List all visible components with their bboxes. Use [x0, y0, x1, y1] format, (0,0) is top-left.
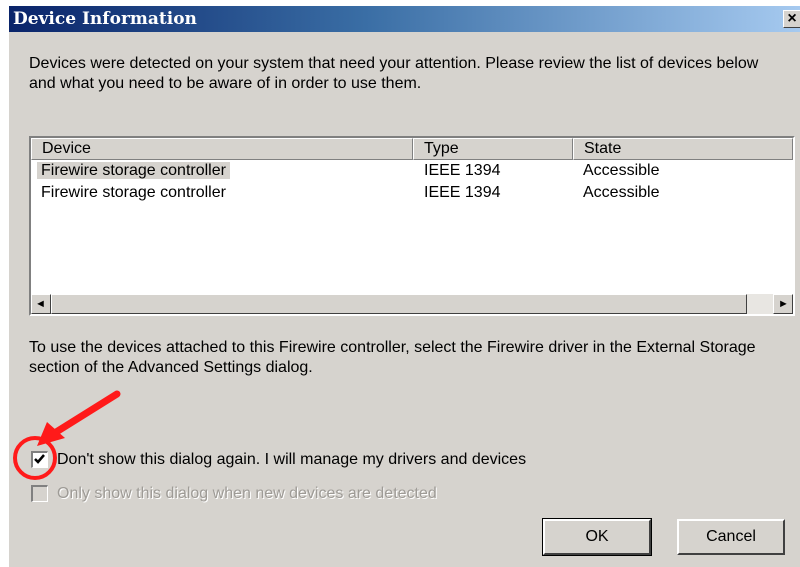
state-cell: Accessible [583, 162, 660, 179]
device-cell: Firewire storage controller [37, 162, 230, 179]
horizontal-scrollbar[interactable]: ◄ ► [31, 294, 793, 314]
device-information-dialog: Device Information × Devices were detect… [8, 6, 800, 567]
only-show-new-label[interactable]: Only show this dialog when new devices a… [57, 484, 437, 504]
close-icon: × [787, 10, 797, 27]
close-button[interactable]: × [783, 10, 800, 28]
ok-button[interactable]: OK [542, 518, 652, 556]
cancel-button[interactable]: Cancel [677, 519, 785, 555]
only-show-new-checkbox[interactable] [31, 485, 48, 502]
instruction-text: To use the devices attached to this Fire… [29, 339, 756, 376]
column-header-device[interactable]: Device [31, 138, 413, 160]
type-cell: IEEE 1394 [424, 184, 501, 201]
dont-show-again-label[interactable]: Don't show this dialog again. I will man… [57, 450, 526, 470]
title-bar[interactable]: Device Information × [9, 6, 800, 32]
table-row[interactable]: Firewire storage controller IEEE 1394 Ac… [31, 160, 793, 182]
table-row[interactable]: Firewire storage controller IEEE 1394 Ac… [31, 182, 793, 204]
device-cell: Firewire storage controller [41, 184, 226, 201]
intro-text: Devices were detected on your system tha… [29, 55, 759, 92]
column-header-state[interactable]: State [573, 138, 793, 160]
scroll-right-button[interactable]: ► [773, 294, 793, 314]
window-title: Device Information [13, 9, 197, 29]
scrollbar-thumb[interactable] [51, 294, 747, 314]
state-cell: Accessible [583, 184, 660, 201]
red-circle-highlight [13, 436, 57, 480]
scroll-left-button[interactable]: ◄ [31, 294, 51, 314]
device-list[interactable]: Device Type State Firewire storage contr… [29, 136, 795, 316]
column-header-type[interactable]: Type [413, 138, 573, 160]
scroll-right-icon: ► [778, 298, 789, 310]
scroll-left-icon: ◄ [35, 298, 46, 310]
list-header: Device Type State [31, 138, 793, 160]
type-cell: IEEE 1394 [424, 162, 501, 179]
